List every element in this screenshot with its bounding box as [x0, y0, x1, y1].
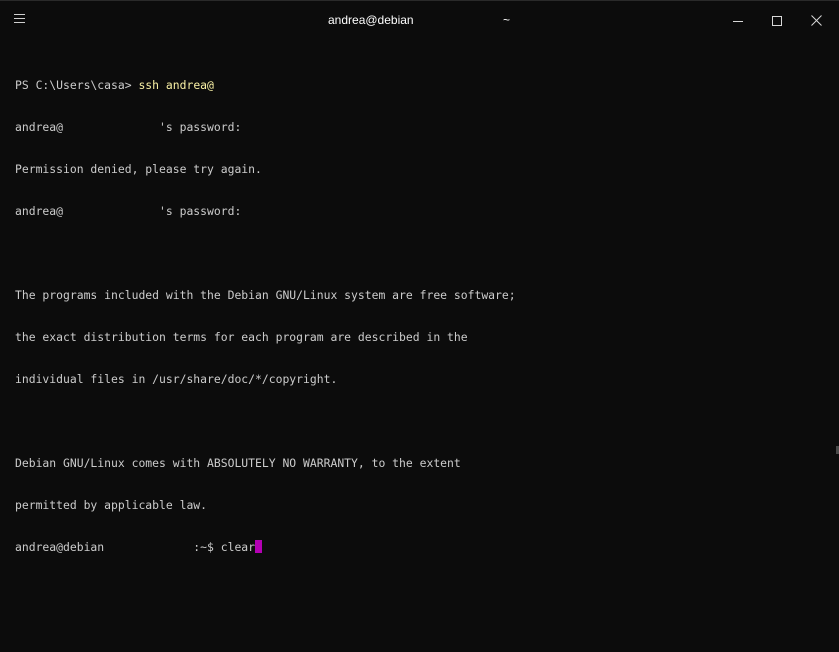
window-title-suffix: ~	[503, 13, 511, 27]
hamburger-icon[interactable]	[14, 14, 25, 25]
command-input[interactable]: clear	[221, 540, 255, 554]
terminal-window: andrea@debian ~ PS C:\Users\casa> ssh an…	[0, 0, 839, 651]
terminal-input-line[interactable]: andrea@debian :~$ clear	[15, 540, 825, 554]
terminal-line: andrea@ 's password:	[15, 120, 242, 134]
close-icon[interactable]	[803, 10, 831, 32]
terminal-line: The programs included with the Debian GN…	[15, 288, 516, 302]
minimize-icon[interactable]	[724, 10, 752, 32]
terminal-line: permitted by applicable law.	[15, 498, 208, 512]
maximize-icon[interactable]	[763, 10, 791, 32]
window-title: andrea@debian	[328, 13, 414, 27]
ssh-command: ssh andrea@	[138, 78, 214, 92]
terminal-output[interactable]: PS C:\Users\casa> ssh andrea@ andrea@ 's…	[15, 50, 825, 582]
bash-prompt: andrea@debian :~$	[15, 540, 221, 554]
powershell-prompt: PS C:\Users\casa>	[15, 78, 139, 92]
terminal-line: andrea@ 's password:	[15, 204, 242, 218]
terminal-line: Permission denied, please try again.	[15, 162, 262, 176]
terminal-line: Debian GNU/Linux comes with ABSOLUTELY N…	[15, 456, 461, 470]
terminal-line: the exact distribution terms for each pr…	[15, 330, 468, 344]
terminal-line: individual files in /usr/share/doc/*/cop…	[15, 372, 338, 386]
terminal-line: PS C:\Users\casa> ssh andrea@	[15, 78, 825, 92]
text-cursor	[255, 540, 263, 553]
title-bar[interactable]: andrea@debian ~	[0, 1, 839, 41]
